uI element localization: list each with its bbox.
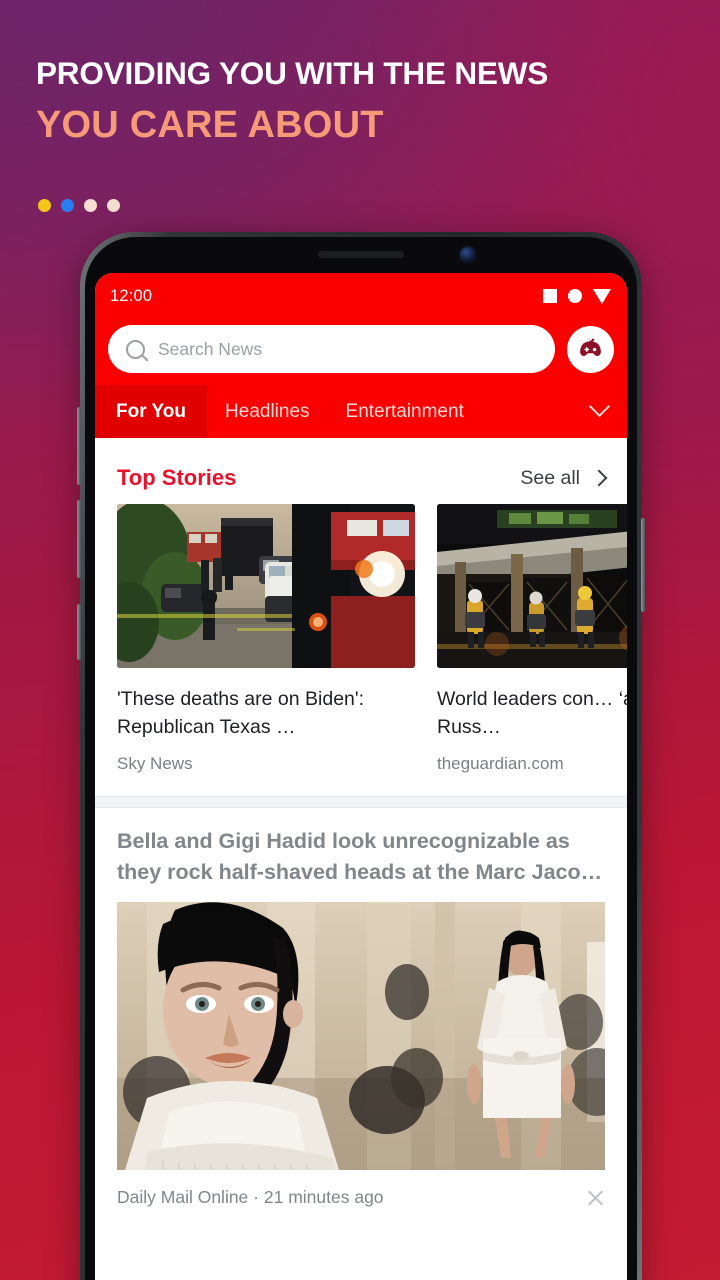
top-stories-header: Top Stories See all bbox=[95, 438, 627, 504]
story-thumbnail bbox=[117, 504, 415, 668]
top-stories-carousel[interactable]: 'These deaths are on Biden': Republican … bbox=[95, 504, 627, 774]
phone-bezel: 12:00 Search News For You Headlines Ente… bbox=[85, 237, 637, 1280]
article-title: Bella and Gigi Hadid look unrecognizable… bbox=[117, 829, 603, 884]
page-title: Top Stories bbox=[117, 465, 237, 490]
carousel-dot-4[interactable] bbox=[107, 199, 120, 212]
chevron-right-icon bbox=[590, 469, 608, 487]
story-title: World leaders con… ‘abominable’ Russ… bbox=[437, 688, 627, 738]
article-source-line: Daily Mail Online · 21 minutes ago bbox=[117, 1187, 384, 1208]
carousel-dots[interactable] bbox=[38, 199, 120, 212]
close-icon[interactable] bbox=[586, 1188, 605, 1207]
story-title: 'These deaths are on Biden': Republican … bbox=[117, 688, 365, 738]
phone-button-assistant[interactable] bbox=[77, 604, 81, 660]
chevron-down-icon bbox=[588, 395, 611, 418]
phone-screen: 12:00 Search News For You Headlines Ente… bbox=[95, 273, 627, 1280]
phone-button-volume-down[interactable] bbox=[77, 500, 81, 578]
search-placeholder: Search News bbox=[158, 338, 263, 359]
article-timestamp: 21 minutes ago bbox=[263, 1187, 384, 1207]
story-thumbnail bbox=[437, 504, 627, 668]
gamepad-icon bbox=[580, 337, 601, 356]
article-separator: · bbox=[253, 1187, 259, 1207]
carousel-dot-1[interactable] bbox=[38, 199, 51, 212]
fashion-runway-image bbox=[117, 902, 605, 1170]
article-image bbox=[117, 902, 605, 1170]
hero-line-2: YOU CARE ABOUT bbox=[36, 104, 384, 146]
see-all-label: See all bbox=[520, 466, 580, 489]
firefighters-image bbox=[437, 504, 627, 668]
story-card[interactable]: 'These deaths are on Biden': Republican … bbox=[117, 504, 415, 774]
tabs-expand-button[interactable] bbox=[578, 385, 627, 438]
category-tabs: For You Headlines Entertainment bbox=[95, 385, 627, 438]
tab-for-you[interactable]: For You bbox=[95, 385, 208, 438]
phone-mockup: 12:00 Search News For You Headlines Ente… bbox=[77, 232, 645, 1280]
tab-headlines[interactable]: Headlines bbox=[207, 385, 328, 438]
carousel-dot-2[interactable] bbox=[61, 199, 74, 212]
hero-heading: PROVIDING YOU WITH THE NEWS YOU CARE ABO… bbox=[36, 50, 696, 150]
status-clock: 12:00 bbox=[110, 286, 153, 305]
phone-button-power[interactable] bbox=[641, 518, 645, 612]
section-divider bbox=[95, 796, 627, 808]
feature-article[interactable]: Bella and Gigi Hadid look unrecognizable… bbox=[95, 808, 627, 1170]
square-icon bbox=[543, 289, 557, 303]
article-footer: Daily Mail Online · 21 minutes ago bbox=[95, 1170, 627, 1208]
article-source: Daily Mail Online bbox=[117, 1187, 249, 1207]
story-source: theguardian.com bbox=[437, 754, 564, 773]
gamepad-button[interactable] bbox=[567, 325, 614, 373]
carousel-dot-3[interactable] bbox=[84, 199, 97, 212]
phone-front-camera bbox=[460, 247, 475, 262]
search-input[interactable]: Search News bbox=[108, 325, 555, 373]
hero-line-1: PROVIDING YOU WITH THE NEWS bbox=[36, 55, 549, 91]
status-system-icons bbox=[543, 288, 611, 304]
news-scene-image bbox=[117, 504, 415, 668]
story-source: Sky News bbox=[117, 754, 193, 773]
see-all-button[interactable]: See all bbox=[520, 466, 608, 490]
search-bar-row: Search News bbox=[95, 319, 627, 385]
phone-speaker bbox=[318, 251, 404, 258]
phone-button-volume-up[interactable] bbox=[77, 407, 81, 485]
circle-icon bbox=[568, 289, 582, 303]
status-bar: 12:00 bbox=[95, 273, 627, 319]
tab-entertainment[interactable]: Entertainment bbox=[328, 385, 482, 438]
triangle-down-icon bbox=[593, 288, 611, 304]
story-card[interactable]: World leaders con… ‘abominable’ Russ… th… bbox=[437, 504, 627, 774]
search-icon bbox=[126, 339, 145, 359]
